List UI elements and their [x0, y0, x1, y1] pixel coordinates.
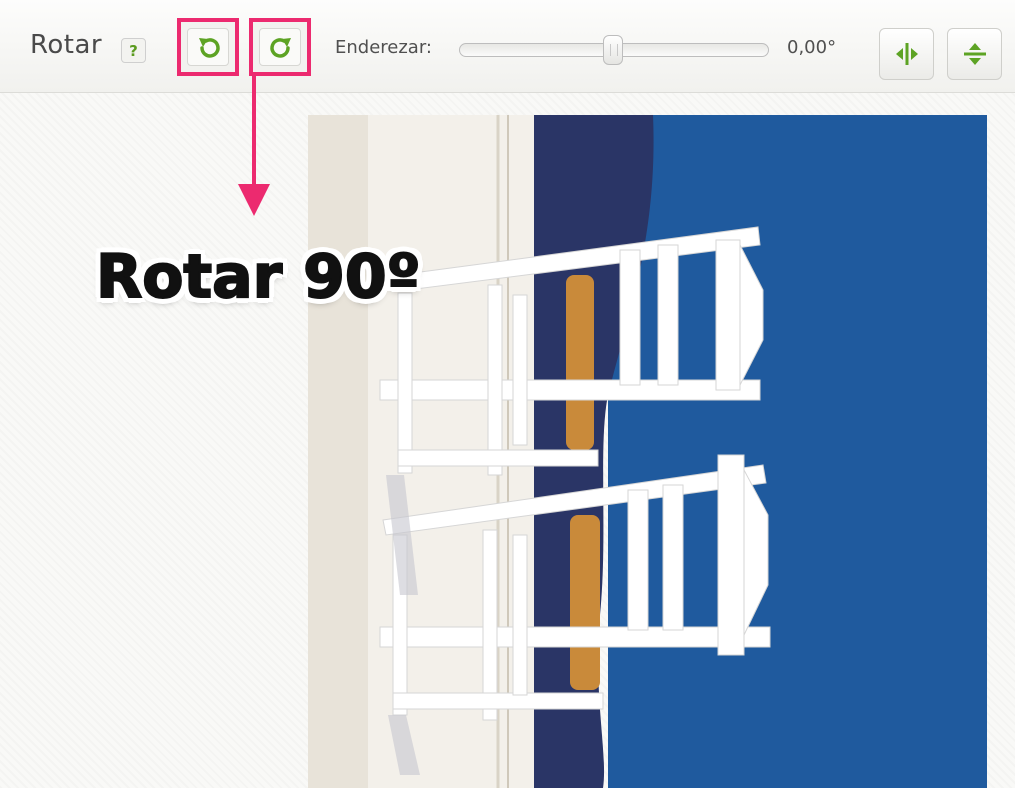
- straighten-slider-handle[interactable]: [603, 35, 623, 65]
- rotated-photo: [308, 115, 987, 788]
- rotate-right-button[interactable]: [249, 18, 311, 76]
- flip-vertical-button[interactable]: [947, 28, 1002, 80]
- flip-horizontal-icon: [896, 43, 918, 65]
- rotate-right-icon: [270, 38, 291, 58]
- rotate-left-icon: [199, 38, 220, 58]
- rotate-toolbar: Rotar ? Enderezar: 0,00°: [0, 0, 1015, 93]
- photo-image: [308, 115, 987, 788]
- annotation-arrow: [238, 76, 270, 216]
- help-button[interactable]: ?: [121, 38, 146, 63]
- flip-horizontal-button[interactable]: [879, 28, 934, 80]
- annotation-label: Rotar 90º: [95, 241, 421, 313]
- straighten-label: Enderezar:: [335, 37, 432, 58]
- flip-vertical-icon: [964, 43, 986, 65]
- straighten-angle-value: 0,00°: [787, 37, 837, 58]
- rotate-left-button[interactable]: [177, 18, 239, 76]
- rotate-right-button-face[interactable]: [259, 28, 301, 66]
- tool-title: Rotar: [30, 30, 103, 60]
- rotate-left-button-face[interactable]: [187, 28, 229, 66]
